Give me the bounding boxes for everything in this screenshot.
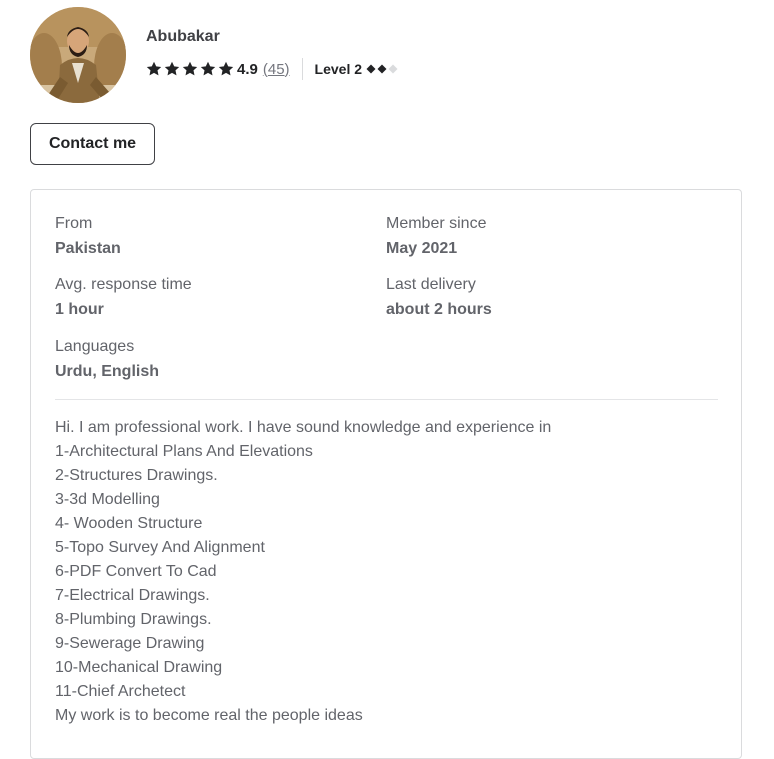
review-count-link[interactable]: (45): [263, 61, 290, 78]
diamond-icon: [366, 64, 376, 74]
description-line: 11-Chief Archetect: [55, 683, 186, 700]
description-line: 9-Sewerage Drawing: [55, 635, 205, 652]
description-line: My work is to become real the people ide…: [55, 707, 363, 724]
description-line: 3-3d Modelling: [55, 491, 160, 508]
description-line: 1-Architectural Plans And Elevations: [55, 443, 313, 460]
rating-divider: [301, 58, 303, 80]
diamond-icon: [388, 64, 398, 74]
seller-avatar[interactable]: [30, 7, 126, 103]
stat-value: 1 hour: [55, 301, 104, 318]
description-line: 5-Topo Survey And Alignment: [55, 539, 265, 556]
star-icon: [146, 61, 162, 77]
stat-value: May 2021: [386, 240, 458, 257]
description-line: 6-PDF Convert To Cad: [55, 563, 217, 580]
description-line: Hi. I am professional work. I have sound…: [55, 419, 552, 436]
description-line: 8-Plumbing Drawings.: [55, 611, 212, 628]
contact-me-button[interactable]: Contact me: [30, 123, 155, 165]
stat-member-since: Member since May 2021: [386, 214, 686, 259]
rating-stars: [146, 61, 234, 77]
description-line: 2-Structures Drawings.: [55, 467, 218, 484]
stat-from: From Pakistan: [55, 214, 355, 259]
star-icon: [218, 61, 234, 77]
description-line: 7-Electrical Drawings.: [55, 587, 210, 604]
seller-description: Hi. I am professional work. I have sound…: [55, 416, 715, 728]
stat-label: Last delivery: [386, 276, 476, 293]
diamond-icon: [377, 64, 387, 74]
stat-label: From: [55, 215, 93, 232]
stat-label: Member since: [386, 215, 487, 232]
description-line: 4- Wooden Structure: [55, 515, 203, 532]
level-diamonds: [366, 64, 398, 74]
description-line: 10-Mechanical Drawing: [55, 659, 223, 676]
stat-value: about 2 hours: [386, 301, 492, 318]
stat-label: Avg. response time: [55, 276, 192, 293]
stat-value: Pakistan: [55, 240, 121, 257]
seller-level: Level 2: [314, 61, 363, 77]
stat-avg-response: Avg. response time 1 hour: [55, 275, 355, 320]
seller-name[interactable]: Abubakar: [146, 27, 220, 47]
star-icon: [200, 61, 216, 77]
seller-info-card: From Pakistan Member since May 2021 Avg.…: [30, 189, 742, 759]
stat-languages: Languages Urdu, English: [55, 337, 355, 382]
rating-score: 4.9: [237, 60, 258, 78]
star-icon: [182, 61, 198, 77]
review-count: 45: [267, 60, 285, 78]
stat-value: Urdu, English: [55, 363, 159, 380]
stat-label: Languages: [55, 338, 135, 355]
card-divider: [55, 399, 718, 400]
stat-last-delivery: Last delivery about 2 hours: [386, 275, 686, 320]
rating-row: 4.9 (45) Level 2: [146, 58, 398, 80]
star-icon: [164, 61, 180, 77]
avatar-photo: [30, 7, 126, 103]
